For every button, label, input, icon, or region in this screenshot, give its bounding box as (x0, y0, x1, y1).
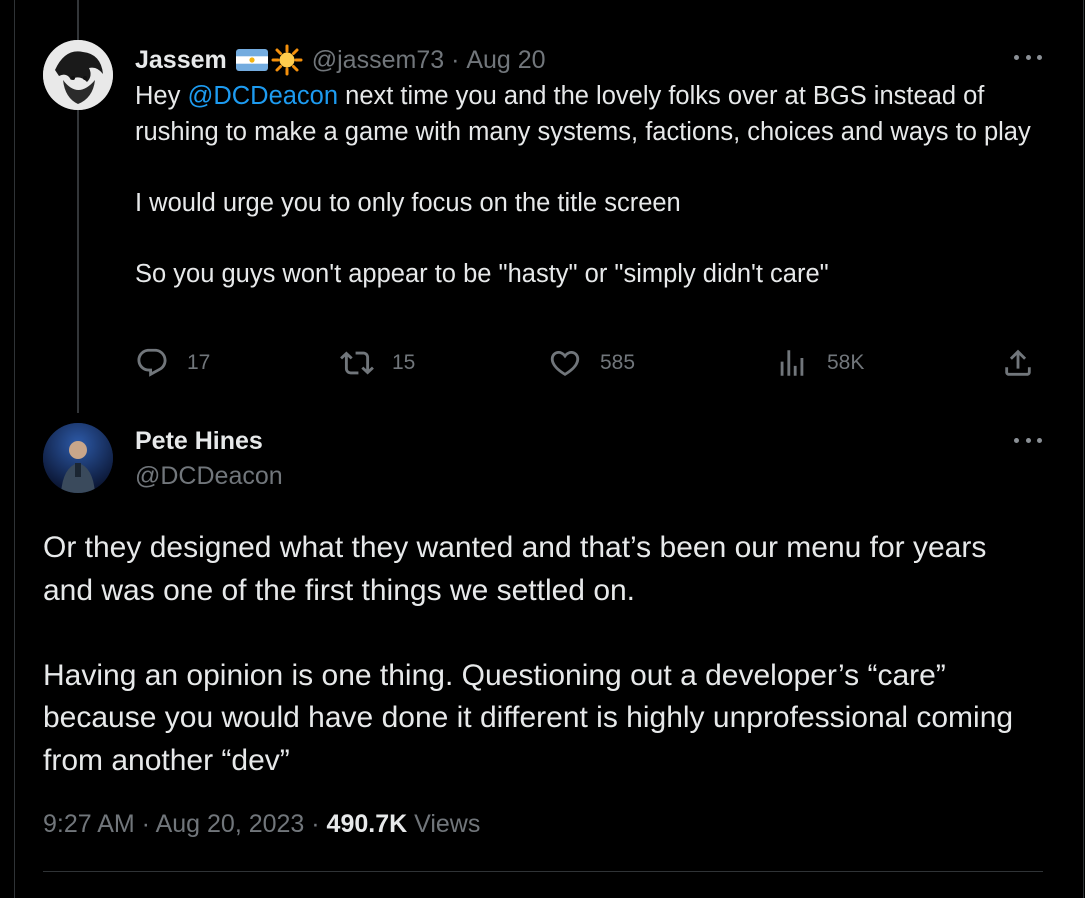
tweet1-paragraph-3: So you guys won't appear to be "hasty" o… (135, 259, 829, 288)
tweet-date[interactable]: Aug 20, 2023 (156, 810, 305, 838)
tweet-date[interactable]: Aug 20 (466, 46, 545, 75)
retweet-button[interactable]: 15 (340, 346, 415, 380)
avatar-illustration (43, 40, 113, 110)
retweet-icon (340, 351, 374, 375)
like-count: 585 (600, 351, 636, 374)
tweet2-paragraph-2: Having an opinion is one thing. Question… (43, 658, 1014, 777)
tweet2-paragraph-1: Or they designed what they wanted and th… (43, 531, 987, 607)
more-icon[interactable] (1014, 435, 1042, 445)
tweet2-body: Or they designed what they wanted and th… (43, 527, 1043, 782)
views-count: 58K (827, 351, 865, 374)
tweet2-handle-row: @DCDeacon (135, 462, 283, 491)
reply-icon (137, 348, 167, 377)
share-button[interactable] (1001, 346, 1035, 380)
jassem-avatar[interactable] (43, 40, 113, 110)
argentina-flag-icon (235, 49, 268, 71)
mention-link[interactable]: @DCDeacon (187, 82, 338, 110)
tweet1-paragraph-2: I would urge you to only focus on the ti… (135, 188, 681, 217)
tweet2-name-row: Pete Hines (135, 427, 263, 456)
author-handle[interactable]: @DCDeacon (135, 462, 283, 491)
reply-button[interactable]: 17 (135, 346, 210, 380)
reply-count: 17 (187, 351, 211, 374)
views-label: Views (407, 810, 481, 838)
pete-hines-avatar[interactable] (43, 423, 113, 493)
flag-icon (235, 49, 268, 71)
views-count: 490.7K (326, 810, 408, 838)
views-icon (780, 350, 804, 376)
tweet1-paragraph-1: Hey @DCDeacon next time you and the love… (135, 82, 1031, 146)
author-name[interactable]: Jassem (135, 46, 227, 75)
author-handle[interactable]: @jassem73 (312, 46, 444, 75)
glowing-star-icon (271, 44, 303, 76)
tweet-time[interactable]: 9:27 AM (43, 810, 135, 838)
share-icon (1005, 349, 1031, 376)
author-name[interactable]: Pete Hines (135, 427, 263, 456)
like-button[interactable]: 585 (548, 346, 635, 380)
views-button[interactable]: 58K (775, 346, 864, 380)
more-icon[interactable] (1014, 52, 1042, 62)
divider (43, 871, 1043, 872)
tweet2-meta: 9:27 AM · Aug 20, 2023 · 490.7K Views (43, 810, 481, 838)
heart-icon (550, 350, 580, 376)
tweet1-action-bar: 17 15 585 58K (135, 346, 1035, 386)
retweet-count: 15 (392, 351, 416, 374)
tweet1-header: Jassem @jassem73 · Aug 20 (135, 44, 546, 76)
sun-icon (271, 44, 303, 76)
tweet1-body: Hey @DCDeacon next time you and the love… (135, 79, 1045, 292)
avatar-photo (43, 423, 113, 493)
header-separator: · (444, 45, 467, 74)
